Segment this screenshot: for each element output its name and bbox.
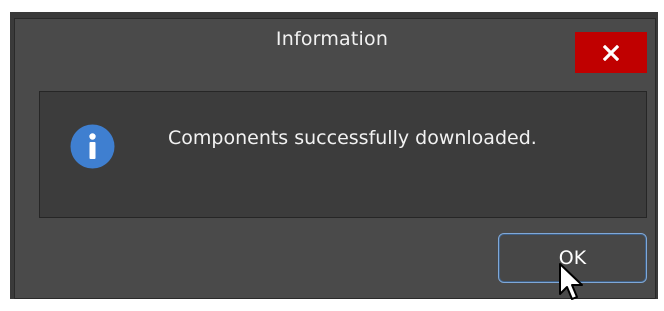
message-text: Components successfully downloaded. <box>168 127 537 149</box>
ok-button[interactable]: OK <box>498 233 647 283</box>
close-button[interactable] <box>575 32 647 73</box>
ok-button-label: OK <box>558 247 587 269</box>
message-panel <box>39 91 647 218</box>
dialog-title: Information <box>275 28 389 50</box>
info-icon <box>70 124 115 169</box>
close-icon <box>603 44 619 61</box>
